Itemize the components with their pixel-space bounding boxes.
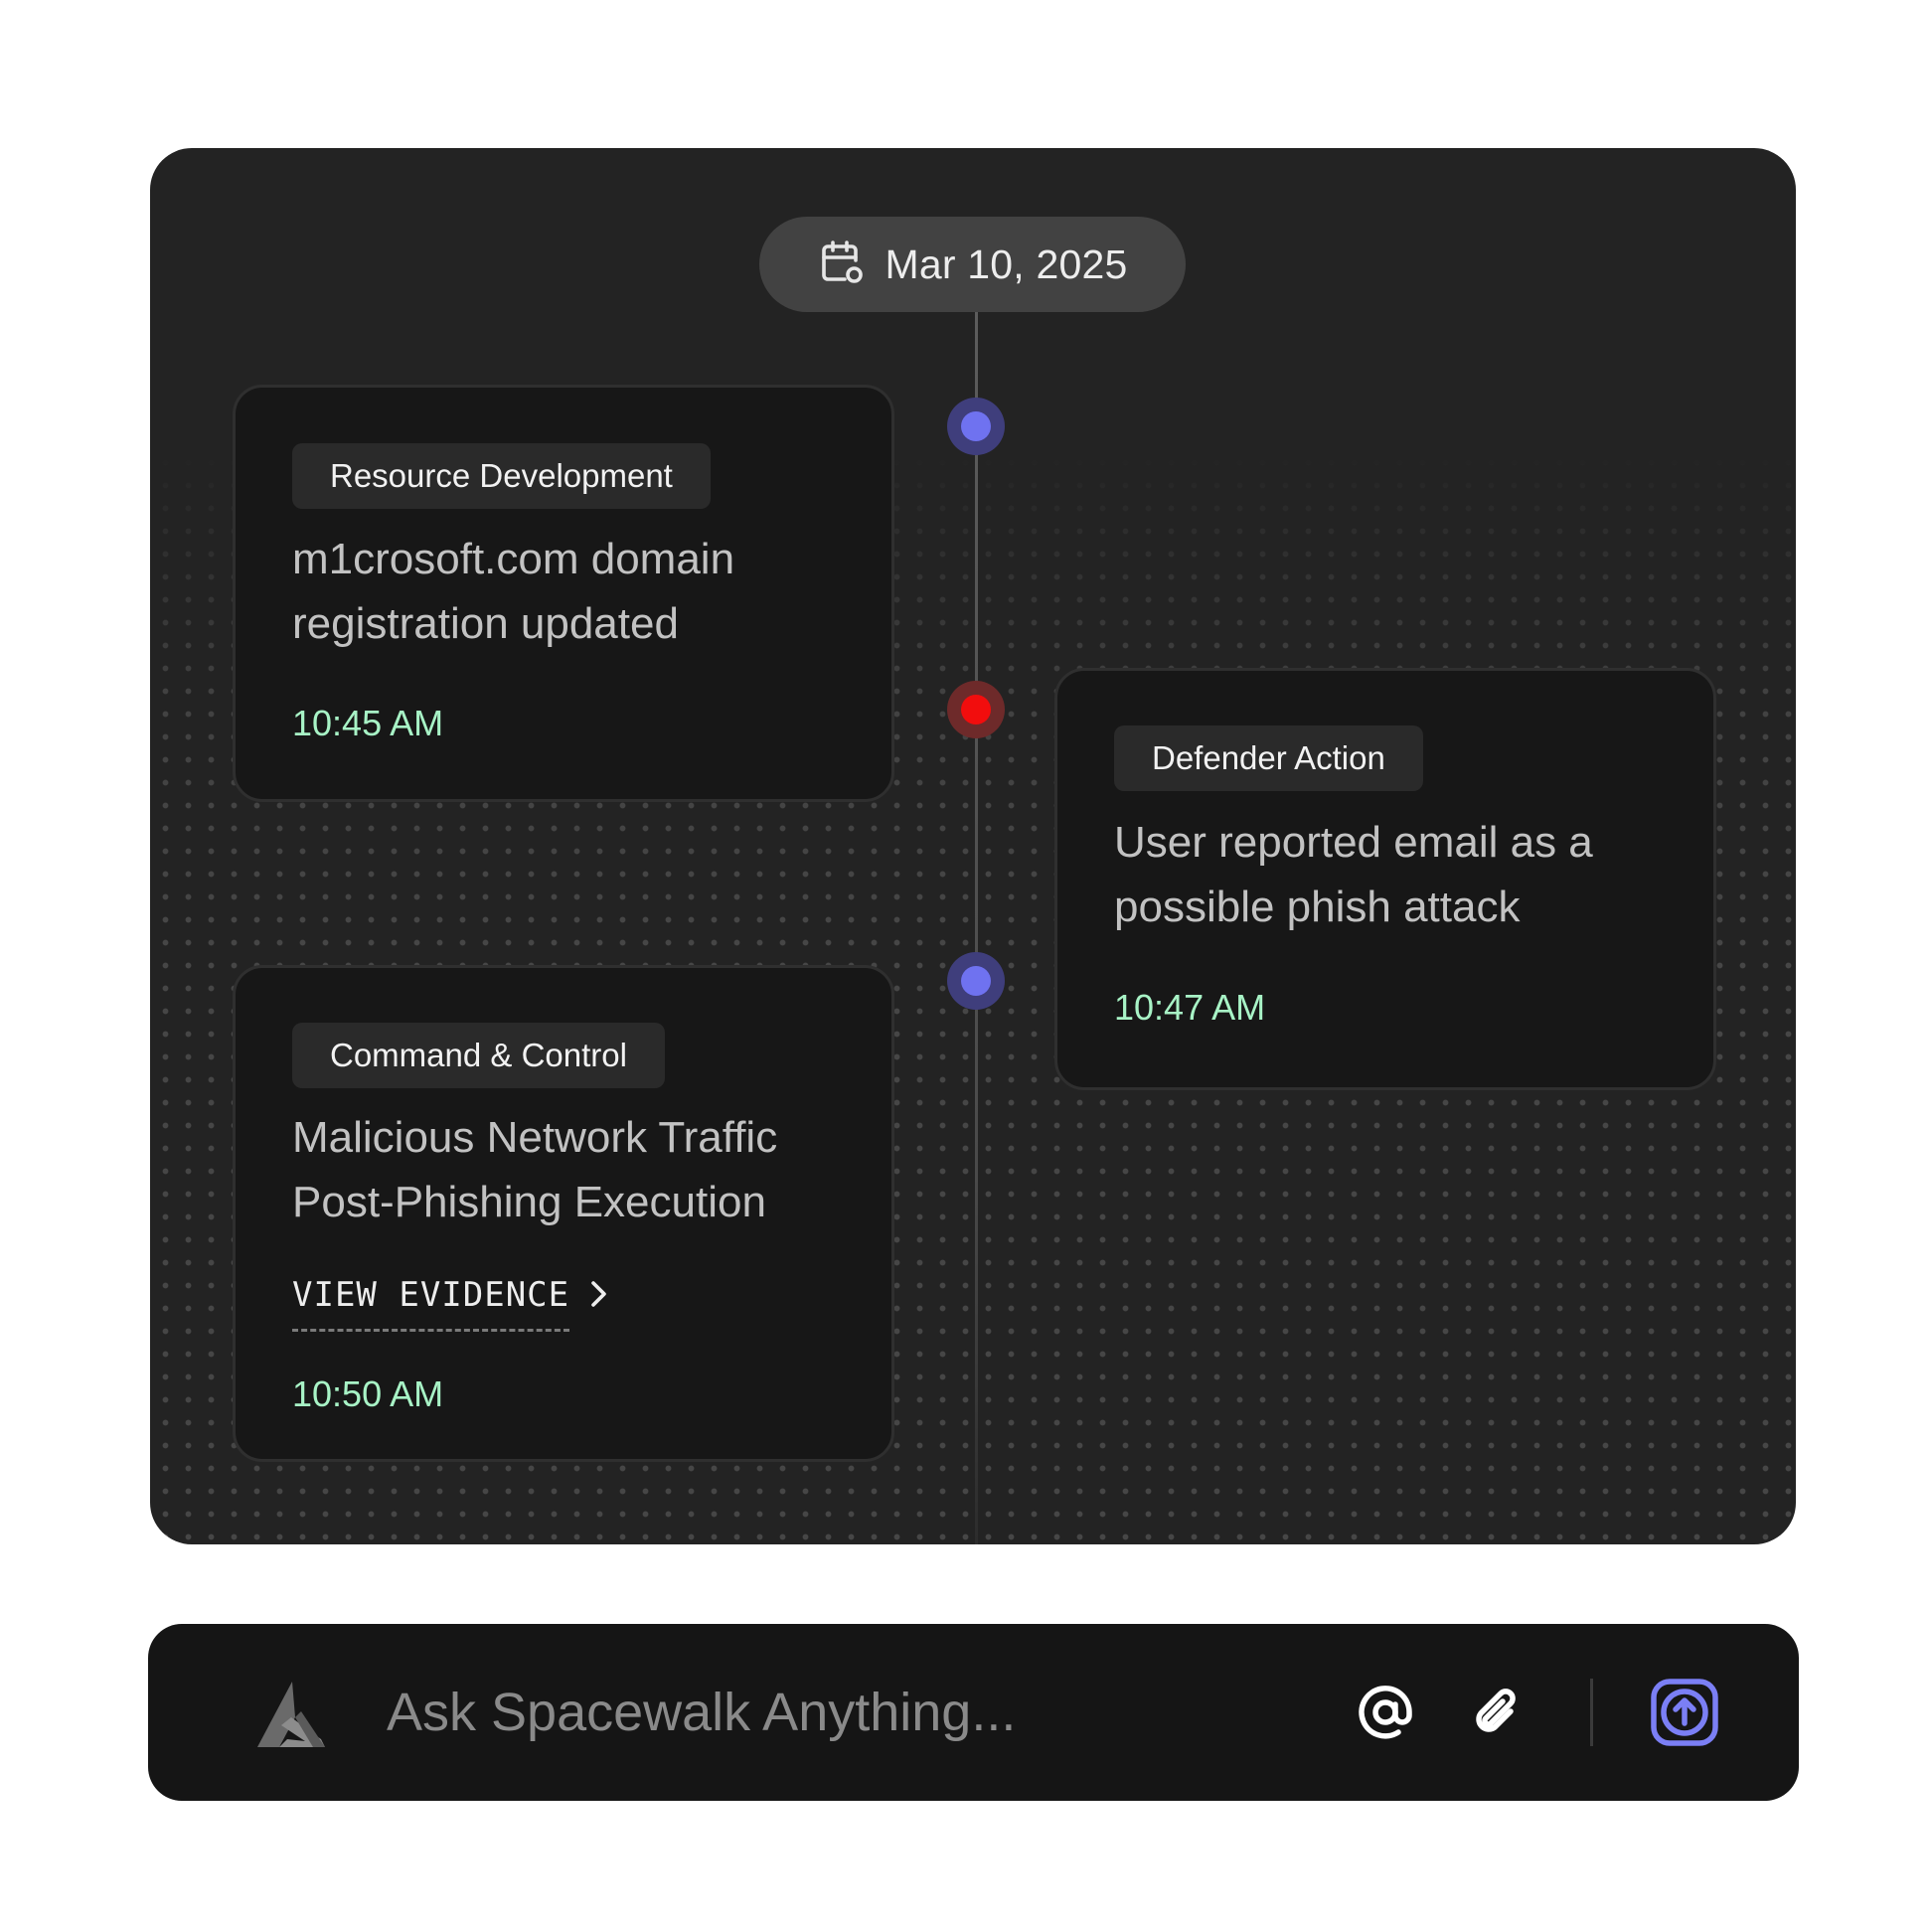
spacewalk-logo-icon	[257, 1680, 327, 1749]
chevron-right-icon	[585, 1281, 611, 1315]
event-tag: Defender Action	[1114, 725, 1423, 791]
event-title-line: Malicious Network Traffic	[292, 1113, 778, 1162]
timeline-panel: Mar 10, 2025 Resource Development m1cros…	[150, 148, 1796, 1544]
timeline-node-blue	[947, 398, 1005, 455]
event-title-line: Post-Phishing Execution	[292, 1178, 766, 1226]
event-time: 10:45 AM	[292, 703, 444, 743]
date-pill: Mar 10, 2025	[759, 217, 1186, 312]
event-card-resource-development[interactable]: Resource Development m1crosoft.com domai…	[233, 385, 894, 802]
event-title-line: possible phish attack	[1114, 883, 1521, 931]
chat-input-bar	[148, 1624, 1799, 1801]
event-title-line: registration updated	[292, 599, 679, 648]
event-time: 10:47 AM	[1114, 987, 1266, 1028]
event-title-line: m1crosoft.com domain	[292, 535, 735, 583]
event-card-command-control[interactable]: Command & Control Malicious Network Traf…	[233, 965, 894, 1462]
view-evidence-link[interactable]: VIEW EVIDENCE	[292, 1275, 611, 1332]
event-card-defender-action[interactable]: Defender Action User reported email as a…	[1054, 668, 1716, 1090]
send-button[interactable]	[1650, 1678, 1719, 1747]
event-title: m1crosoft.com domain registration update…	[292, 527, 734, 656]
view-evidence-label: VIEW EVIDENCE	[292, 1275, 570, 1332]
toolbar-divider	[1590, 1679, 1593, 1746]
event-title-line: User reported email as a	[1114, 818, 1593, 867]
event-title: Malicious Network Traffic Post-Phishing …	[292, 1105, 777, 1234]
event-title: User reported email as a possible phish …	[1114, 810, 1593, 939]
at-sign-icon[interactable]	[1357, 1684, 1414, 1741]
paperclip-icon[interactable]	[1467, 1682, 1527, 1743]
chat-input[interactable]	[387, 1668, 1281, 1757]
event-time: 10:50 AM	[292, 1373, 444, 1414]
event-tag: Command & Control	[292, 1023, 665, 1088]
timeline-node-blue	[947, 952, 1005, 1010]
event-tag: Resource Development	[292, 443, 711, 509]
calendar-clock-icon	[818, 239, 866, 291]
timeline-node-red	[947, 681, 1005, 738]
timeline-line	[975, 312, 978, 1544]
date-label: Mar 10, 2025	[885, 241, 1128, 287]
